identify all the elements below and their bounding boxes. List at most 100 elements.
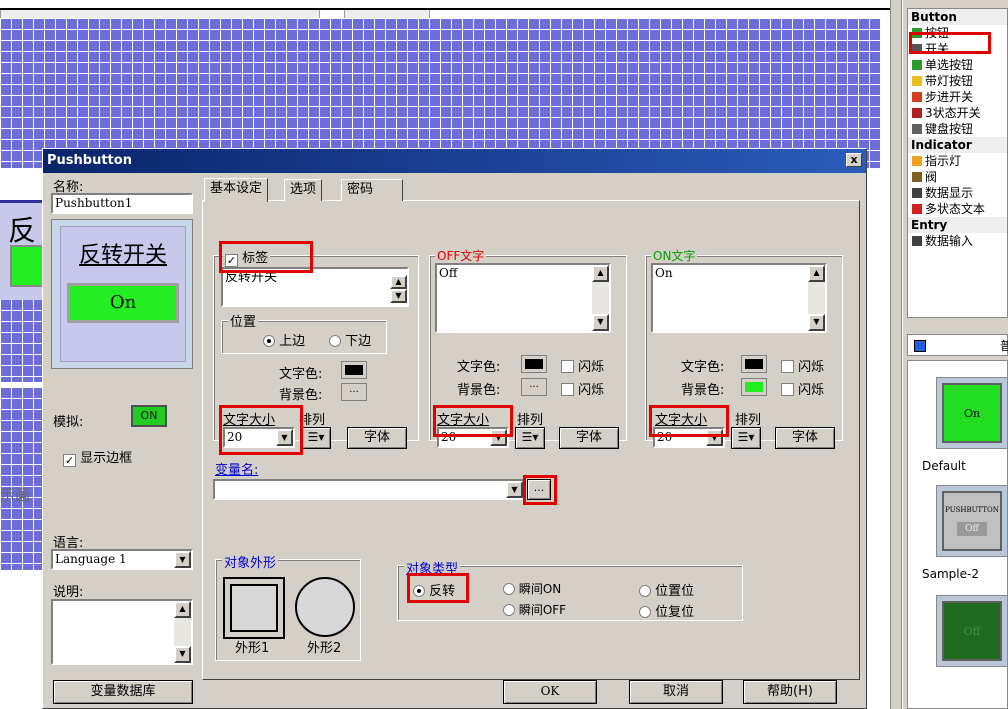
scroll-down-icon[interactable]: ▼ xyxy=(390,289,407,303)
tab-password[interactable]: 密码 xyxy=(341,179,403,201)
on-font-button[interactable]: 字体 xyxy=(775,427,835,449)
on-text-title: ON文字 xyxy=(651,247,698,264)
object-type-label: 单选按钮 xyxy=(925,58,974,72)
highlight-on-font-size xyxy=(649,405,729,437)
object-type-item[interactable]: 带灯按钮 xyxy=(908,73,1007,89)
type-set-bit-radio[interactable]: 位置位 xyxy=(639,580,694,599)
variable-select[interactable]: ▼ xyxy=(213,479,525,500)
object-type-item[interactable]: 3状态开关 xyxy=(908,105,1007,121)
close-button[interactable]: x xyxy=(846,153,862,167)
simulate-toggle[interactable]: ON xyxy=(131,405,167,427)
on-align-button[interactable]: ☰▾ xyxy=(731,427,761,449)
off-text-input[interactable]: Off ▲ ▼ xyxy=(435,263,611,333)
off-text-color-swatch[interactable] xyxy=(521,355,547,373)
scroll-up-icon[interactable]: ▲ xyxy=(808,265,825,282)
off-bg-blink-checkbox[interactable]: 闪烁 xyxy=(561,379,604,398)
object-type-item[interactable]: 键盘按钮 xyxy=(908,121,1007,137)
object-type-label: 阀 xyxy=(925,170,938,184)
radio-icon xyxy=(329,335,341,347)
cancel-button[interactable]: 取消 xyxy=(629,680,723,704)
radio-icon xyxy=(263,335,275,347)
label-text-input[interactable]: 反转开关 ▲ ▼ xyxy=(221,267,409,307)
off-font-button[interactable]: 字体 xyxy=(559,427,619,449)
description-scrollbar[interactable]: ▲ ▼ xyxy=(174,601,191,663)
type-option-label: 位复位 xyxy=(655,605,695,620)
pushbutton-dialog: Pushbutton x 名称: Pushbutton1 反转开关 On 模拟:… xyxy=(42,148,867,709)
checkbox-icon: ✓ xyxy=(63,454,76,467)
style-gallery[interactable]: On Default PUSHBUTTON Off Sample-2 Off xyxy=(907,360,1008,709)
checkbox-icon xyxy=(781,383,794,396)
style-preview-face: Off xyxy=(942,601,1002,661)
scroll-up-icon[interactable]: ▲ xyxy=(390,275,407,289)
object-type-item[interactable]: 单选按钮 xyxy=(908,57,1007,73)
data-display-icon xyxy=(912,188,922,198)
on-bg-color-swatch[interactable] xyxy=(741,378,767,396)
category-header: Button xyxy=(908,9,1007,25)
scroll-up-icon[interactable]: ▲ xyxy=(592,265,609,282)
tab-basic[interactable]: 基本设定 xyxy=(204,178,269,202)
scroll-down-icon[interactable]: ▼ xyxy=(808,314,825,331)
on-text-input[interactable]: On ▲ ▼ xyxy=(651,263,827,333)
variable-database-button[interactable]: 变量数据库 xyxy=(53,680,193,704)
align-center-icon: ☰▾ xyxy=(737,430,755,444)
square-shape-icon xyxy=(230,584,278,632)
type-momentary-off-radio[interactable]: 瞬间OFF xyxy=(503,601,566,618)
off-align-button[interactable]: ☰▾ xyxy=(515,427,545,449)
scroll-up-icon[interactable]: ▲ xyxy=(174,601,191,618)
object-type-item[interactable]: 阀 xyxy=(908,169,1007,185)
label-font-button[interactable]: 字体 xyxy=(347,427,407,449)
canvas-background-pushbutton[interactable]: 反 xyxy=(0,200,45,300)
label-text-color-swatch[interactable] xyxy=(341,361,367,379)
off-text-scrollbar[interactable]: ▲ ▼ xyxy=(592,265,609,331)
object-type-label: 3状态开关 xyxy=(925,106,981,120)
on-text-color-swatch[interactable] xyxy=(741,355,767,373)
type-momentary-on-radio[interactable]: 瞬间ON xyxy=(503,580,561,597)
panel-splitter[interactable] xyxy=(890,0,902,709)
label-align-button[interactable]: ☰▾ xyxy=(301,427,331,449)
circle-shape-icon[interactable] xyxy=(295,577,355,637)
highlight-type-toggle xyxy=(407,573,469,603)
tab-options[interactable]: 选项 xyxy=(284,179,323,201)
preview-pane: 反转开关 On xyxy=(51,219,193,369)
position-bottom-radio[interactable]: 下边 xyxy=(329,330,371,349)
scroll-down-icon[interactable]: ▼ xyxy=(174,646,191,663)
object-type-item[interactable]: 步进开关 xyxy=(908,89,1007,105)
off-text-title: OFF文字 xyxy=(435,247,487,264)
object-type-list[interactable]: Button 按钮 开关 单选按钮 带灯按钮 步进开关 3状态开关 键盘按钮 Indicator… xyxy=(907,8,1008,318)
ok-button[interactable]: OK xyxy=(503,680,597,704)
type-reset-bit-radio[interactable]: 位复位 xyxy=(639,601,694,620)
object-type-item[interactable]: 数据显示 xyxy=(908,185,1007,201)
tri-state-icon xyxy=(912,108,922,118)
object-type-item[interactable]: 指示灯 xyxy=(908,153,1007,169)
language-select[interactable]: Language 1 ▼ xyxy=(51,549,193,570)
style-preview-card[interactable]: On xyxy=(936,377,1008,449)
label-text-scrollbar[interactable]: ▲ ▼ xyxy=(390,275,407,303)
valve-icon xyxy=(912,172,922,182)
highlight-button-item xyxy=(909,32,991,54)
data-entry-icon xyxy=(912,236,922,246)
scroll-down-icon[interactable]: ▼ xyxy=(592,314,609,331)
checkbox-icon xyxy=(561,383,574,396)
off-bg-color-swatch[interactable]: ... xyxy=(521,378,547,396)
description-textarea[interactable]: ▲ ▼ xyxy=(51,599,193,665)
show-border-checkbox[interactable]: ✓ 显示边框 xyxy=(63,447,132,467)
shape1-option[interactable] xyxy=(223,577,285,639)
object-type-item[interactable]: 数据输入 xyxy=(908,233,1007,249)
style-preview-card[interactable]: PUSHBUTTON Off xyxy=(936,485,1008,557)
chevron-down-icon[interactable]: ▼ xyxy=(506,481,523,498)
chevron-down-icon[interactable]: ▼ xyxy=(174,551,191,568)
help-button[interactable]: 帮助(H) xyxy=(743,680,837,704)
label-bg-color-swatch[interactable]: ... xyxy=(341,383,367,401)
off-text-blink-checkbox[interactable]: 闪烁 xyxy=(561,356,604,375)
style-preview-card[interactable]: Off xyxy=(936,595,1008,667)
off-align-label: 排列 xyxy=(517,413,544,428)
on-text-scrollbar[interactable]: ▲ ▼ xyxy=(808,265,825,331)
on-text-blink-checkbox[interactable]: 闪烁 xyxy=(781,356,824,375)
object-type-item[interactable]: 多状态文本 xyxy=(908,201,1007,217)
align-center-icon: ☰▾ xyxy=(521,430,539,444)
on-bg-blink-checkbox[interactable]: 闪烁 xyxy=(781,379,824,398)
position-top-radio[interactable]: 上边 xyxy=(263,330,305,349)
name-input[interactable]: Pushbutton1 xyxy=(51,193,193,214)
on-text-blink-label: 闪烁 xyxy=(798,360,825,375)
category-header: Entry xyxy=(908,217,1007,233)
